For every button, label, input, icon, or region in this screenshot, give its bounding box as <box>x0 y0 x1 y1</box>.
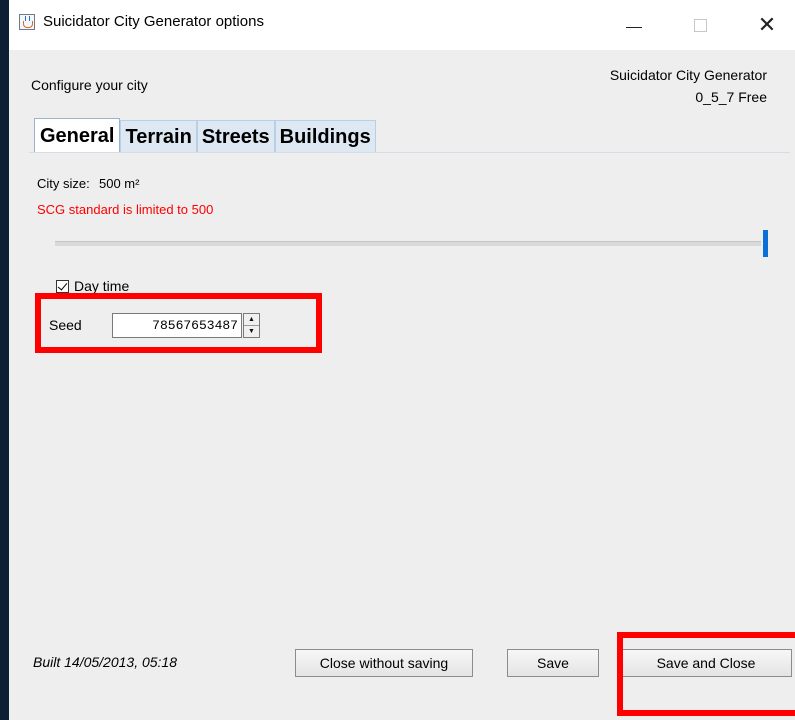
day-time-checkbox[interactable] <box>56 279 69 293</box>
java-app-icon <box>19 14 35 30</box>
city-size-value: 500 m² <box>99 176 140 191</box>
city-size-slider[interactable] <box>55 241 761 246</box>
configure-label: Configure your city <box>31 77 148 93</box>
title-bar: Suicidator City Generator options ✕ <box>9 0 795 50</box>
save-and-close-highlight-box <box>617 632 795 716</box>
version-label: 0_5_7 Free <box>695 89 767 105</box>
close-without-saving-button[interactable]: Close without saving <box>295 649 473 677</box>
day-time-row[interactable]: Day time <box>56 278 129 294</box>
brand-name: Suicidator City Generator <box>609 67 767 83</box>
tab-bar: General Terrain Streets Buildings <box>34 118 376 152</box>
window-title: Suicidator City Generator options <box>43 13 264 30</box>
close-icon: ✕ <box>757 12 777 38</box>
city-size-label: City size: <box>37 176 90 191</box>
maximize-icon <box>693 18 707 32</box>
save-button[interactable]: Save <box>507 649 599 677</box>
tab-general[interactable]: General <box>34 118 121 152</box>
tab-streets[interactable]: Streets <box>196 120 275 152</box>
options-window: Suicidator City Generator options ✕ Conf… <box>9 0 795 720</box>
desktop-edge <box>0 0 9 720</box>
build-date: Built 14/05/2013, 05:18 <box>33 654 178 670</box>
brand-block: Suicidator City Generator 0_5_7 Free <box>610 64 767 108</box>
day-time-label: Day time <box>74 278 130 294</box>
tab-terrain[interactable]: Terrain <box>120 120 197 152</box>
tab-buildings[interactable]: Buildings <box>274 120 376 152</box>
maximize-button[interactable] <box>677 0 723 50</box>
minimize-icon <box>626 26 642 28</box>
minimize-button[interactable] <box>611 0 657 50</box>
general-panel <box>29 152 790 649</box>
seed-highlight-box <box>35 293 322 353</box>
close-window-button[interactable]: ✕ <box>744 0 790 50</box>
checkmark-icon <box>57 279 68 291</box>
limit-warning: SCG standard is limited to 500 <box>37 202 214 217</box>
city-size-slider-thumb[interactable] <box>763 230 768 257</box>
